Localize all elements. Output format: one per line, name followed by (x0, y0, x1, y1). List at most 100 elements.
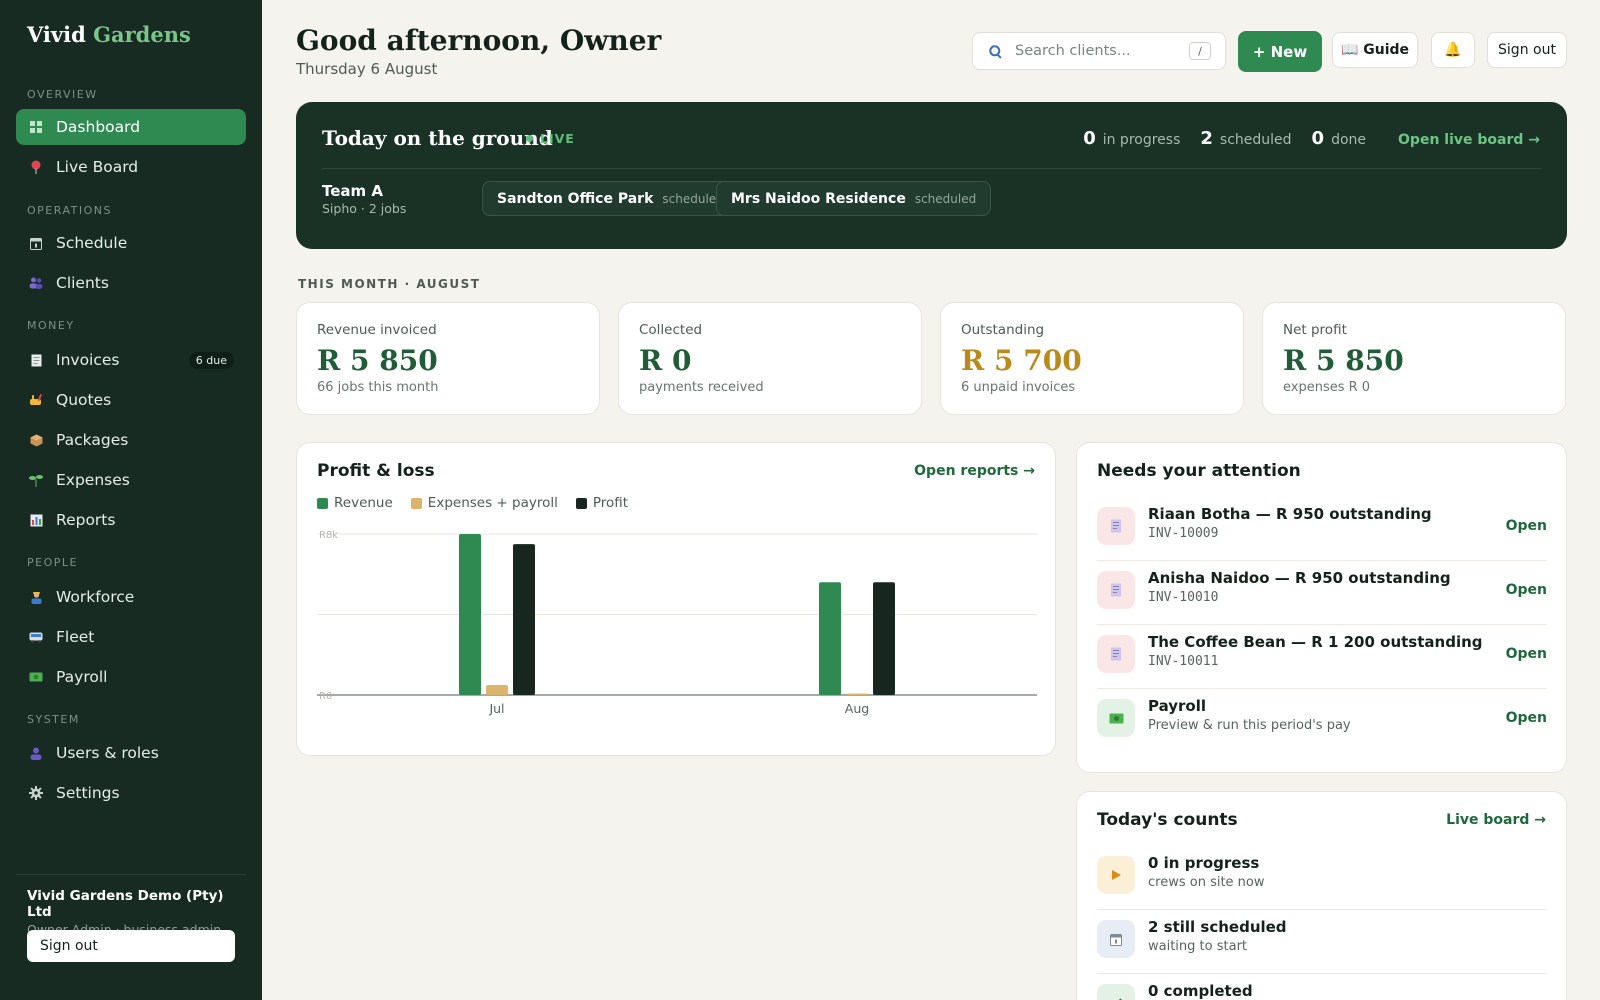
cash-icon (28, 669, 44, 685)
job-name: Mrs Naidoo Residence (731, 190, 906, 207)
attention-item[interactable]: Anisha Naidoo — R 950 outstanding INV-10… (1097, 561, 1547, 625)
bus-icon (28, 629, 44, 645)
brand-name: Vivid (27, 22, 86, 47)
section-operations: OPERATIONS (27, 204, 112, 217)
x-tick-label: Aug (845, 701, 869, 716)
legend-item: Expenses + payroll (410, 495, 558, 511)
count-title: 2 still scheduled (1148, 918, 1287, 936)
card-title: Profit & loss (317, 461, 435, 481)
attention-item[interactable]: Payroll Preview & run this period's pay … (1097, 689, 1547, 753)
legend-item: Revenue (317, 495, 393, 511)
new-button[interactable]: + New (1238, 31, 1322, 72)
bell-icon: 🔔 (1444, 42, 1462, 58)
y-tick-label: R0 (319, 691, 332, 702)
kpi-value: R 5 850 (1283, 344, 1404, 377)
sidebar-item-workforce[interactable]: Workforce (16, 579, 246, 615)
section-overview: OVERVIEW (27, 88, 98, 101)
sidebar-item-label: Reports (56, 511, 116, 529)
attention-open-link[interactable]: Open (1506, 582, 1547, 598)
attention-item[interactable]: Riaan Botha — R 950 outstanding INV-1000… (1097, 497, 1547, 561)
brand-logo[interactable]: Vivid Gardens (27, 22, 191, 47)
chart-bar (486, 684, 508, 695)
needs-attention-card: Needs your attention Riaan Botha — R 950… (1076, 442, 1567, 773)
attention-title: Riaan Botha — R 950 outstanding (1148, 505, 1432, 523)
header-signout-button[interactable]: Sign out (1487, 32, 1567, 68)
kpi-label: Revenue invoiced (317, 322, 437, 338)
sidebar-item-quotes[interactable]: Quotes (16, 382, 246, 418)
ground-title: Today on the ground (322, 126, 553, 150)
count-title: 0 completed (1148, 982, 1253, 1000)
kpi-label: Net profit (1283, 322, 1347, 338)
chart-bar (819, 582, 841, 695)
live-board-link[interactable]: Live board → (1446, 812, 1546, 828)
sprout-icon (28, 472, 44, 488)
today-on-the-ground-panel: Today on the ground LIVE 0 in progress 2… (296, 102, 1567, 249)
cash-icon (1097, 699, 1135, 737)
receipt-icon (1097, 507, 1135, 545)
job-chip[interactable]: Sandton Office Park scheduled (482, 181, 739, 216)
kpi-sub: payments received (639, 380, 764, 395)
count-title: 0 in progress (1148, 854, 1260, 872)
open-reports-link[interactable]: Open reports → (914, 463, 1035, 479)
stat-scheduled-count: 2 (1200, 128, 1213, 149)
invoices-due-badge: 6 due (188, 352, 234, 369)
attention-item[interactable]: The Coffee Bean — R 1 200 outstanding IN… (1097, 625, 1547, 689)
sidebar-item-users-roles[interactable]: Users & roles (16, 735, 246, 771)
sidebar-item-label: Schedule (56, 234, 128, 252)
team-name: Team A (322, 182, 383, 200)
card-title: Today's counts (1097, 810, 1238, 830)
sidebar-item-invoices[interactable]: Invoices 6 due (16, 342, 246, 378)
attention-open-link[interactable]: Open (1506, 518, 1547, 534)
stat-scheduled-label: scheduled (1219, 132, 1292, 148)
job-status: scheduled (914, 191, 977, 206)
sidebar-item-dashboard[interactable]: Dashboard (16, 109, 246, 145)
sidebar-item-clients[interactable]: Clients (16, 265, 246, 301)
attention-open-link[interactable]: Open (1506, 710, 1547, 726)
count-sub: crews on site now (1148, 875, 1265, 890)
sidebar-item-fleet[interactable]: Fleet (16, 619, 246, 655)
sidebar-item-packages[interactable]: Packages (16, 422, 246, 458)
notifications-button[interactable]: 🔔 (1431, 32, 1475, 68)
attention-title: Payroll (1148, 697, 1207, 715)
job-chip[interactable]: Mrs Naidoo Residence scheduled (716, 181, 992, 216)
sidebar-item-expenses[interactable]: Expenses (16, 462, 246, 498)
kpi-label: Outstanding (961, 322, 1045, 338)
open-live-board-link[interactable]: Open live board → (1398, 132, 1540, 148)
sidebar-item-label: Invoices (56, 351, 120, 369)
legend-swatch (410, 497, 422, 509)
search-input[interactable] (1015, 43, 1185, 59)
ground-stats: 0 in progress 2 scheduled 0 done Open li… (1083, 128, 1540, 149)
x-tick-label: Jul (488, 701, 504, 716)
count-item: 0 in progress crews on site now (1097, 846, 1547, 910)
chart-legend: Revenue Expenses + payroll Profit (317, 495, 646, 511)
sidebar-item-live-board[interactable]: Live Board (16, 149, 246, 185)
stat-done-label: done (1331, 132, 1367, 148)
guide-button[interactable]: 📖 Guide (1332, 32, 1418, 68)
search-icon (989, 44, 1003, 59)
sidebar-item-settings[interactable]: Settings (16, 775, 246, 811)
kpi-card-net-profit: Net profit R 5 850 expenses R 0 (1262, 302, 1566, 415)
sidebar-item-label: Settings (56, 784, 120, 802)
sidebar-item-label: Fleet (56, 628, 95, 646)
legend-label: Expenses + payroll (427, 495, 558, 511)
package-icon (28, 432, 44, 448)
sidebar-item-payroll[interactable]: Payroll (16, 659, 246, 695)
search-shortcut-key: / (1189, 42, 1211, 60)
chart-bar (459, 534, 481, 695)
sidebar: Vivid Gardens OVERVIEW Dashboard Live Bo… (0, 0, 262, 1000)
kpi-value: R 5 700 (961, 344, 1082, 377)
attention-sub: INV-10010 (1148, 590, 1219, 605)
sidebar-signout-button[interactable]: Sign out (27, 930, 235, 962)
attention-title: Anisha Naidoo — R 950 outstanding (1148, 569, 1451, 587)
search-box: / (972, 32, 1226, 70)
sidebar-item-reports[interactable]: Reports (16, 502, 246, 538)
attention-open-link[interactable]: Open (1506, 646, 1547, 662)
calendar-icon (1097, 920, 1135, 958)
section-money: MONEY (27, 319, 75, 332)
count-item: 0 completed (1097, 974, 1547, 1000)
legend-item: Profit (575, 495, 628, 511)
team-sub: Sipho · 2 jobs (322, 201, 407, 216)
quote-hand-icon (28, 392, 44, 408)
sidebar-item-schedule[interactable]: Schedule (16, 225, 246, 261)
play-icon (1097, 856, 1135, 894)
